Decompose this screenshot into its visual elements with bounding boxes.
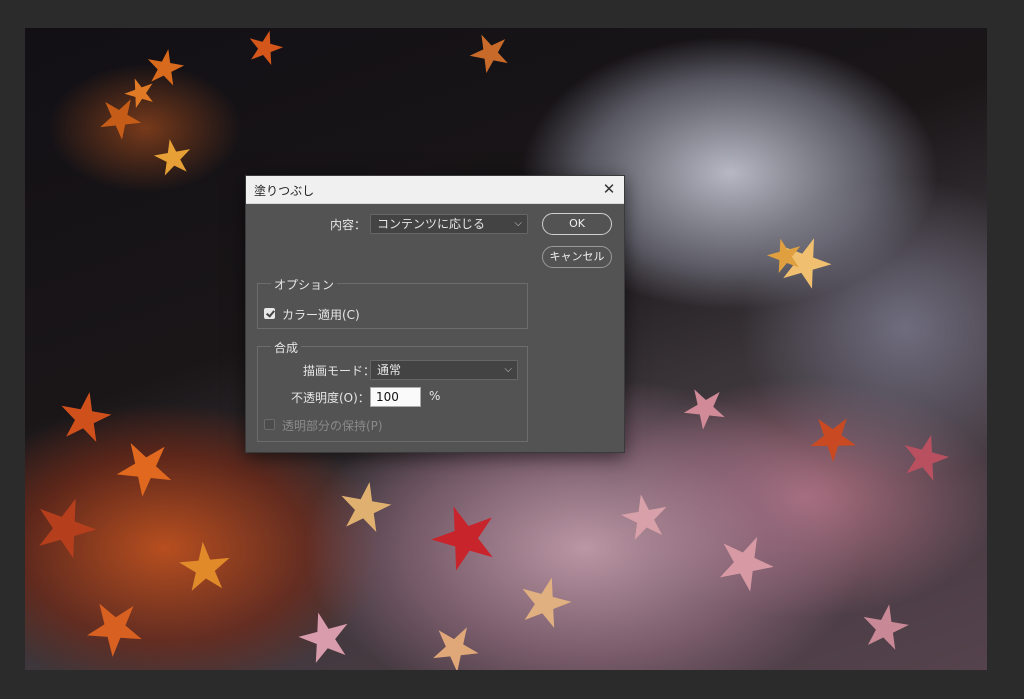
mode-select-value: 通常 bbox=[377, 363, 402, 377]
opacity-label: 不透明度(O)： bbox=[291, 391, 370, 405]
dialog-titlebar[interactable]: 塗りつぶし ✕ bbox=[246, 176, 624, 204]
fill-dialog: 塗りつぶし ✕ 内容： コンテンツに応じる ⌵ OK キャンセル オプション カ… bbox=[245, 175, 625, 453]
ok-button[interactable]: OK bbox=[542, 213, 612, 235]
mode-label: 描画モード： bbox=[303, 364, 376, 378]
color-adapt-label[interactable]: カラー適用(C) bbox=[282, 306, 360, 323]
content-select-value: コンテンツに応じる bbox=[377, 217, 486, 231]
preserve-transparency-label: 透明部分の保持(P) bbox=[282, 419, 383, 433]
chevron-down-icon: ⌵ bbox=[514, 218, 522, 229]
options-group-title: オプション bbox=[271, 276, 338, 293]
cancel-button[interactable]: キャンセル bbox=[542, 246, 612, 268]
content-label: 内容： bbox=[330, 218, 367, 232]
content-select[interactable]: コンテンツに応じる ⌵ bbox=[370, 214, 528, 234]
close-icon[interactable]: ✕ bbox=[600, 180, 618, 198]
mode-select[interactable]: 通常 ⌵ bbox=[370, 360, 518, 380]
color-adapt-checkbox[interactable] bbox=[264, 308, 275, 319]
opacity-input[interactable]: 100 bbox=[370, 387, 421, 407]
dialog-title: 塗りつぶし bbox=[254, 184, 315, 198]
blending-group-title: 合成 bbox=[271, 339, 302, 356]
chevron-down-icon: ⌵ bbox=[504, 364, 512, 375]
preserve-transparency-checkbox[interactable] bbox=[264, 419, 275, 430]
opacity-unit: % bbox=[429, 389, 441, 403]
